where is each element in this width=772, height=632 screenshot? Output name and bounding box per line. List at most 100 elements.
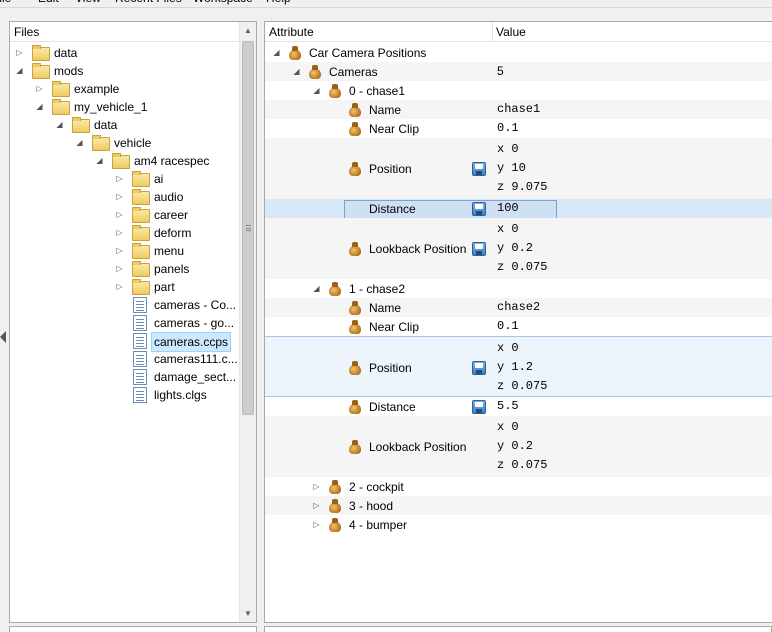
attribute-row[interactable]: ▷ 2 - cockpit [265, 477, 772, 496]
expanded-arrow-icon[interactable]: ◢ [15, 66, 24, 75]
attribute-row[interactable]: ◢ 1 - chase2 [265, 279, 772, 298]
collapsed-arrow-icon[interactable]: ▷ [312, 520, 321, 529]
tree-folder[interactable]: ▷ career [10, 206, 238, 224]
tree-folder[interactable]: ▷ data [10, 44, 238, 62]
attribute-row[interactable]: Distance 5.5 [265, 397, 772, 416]
save-icon[interactable] [472, 162, 486, 176]
attribute-value[interactable]: 0.1 [497, 318, 519, 335]
attribute-row[interactable]: ▷ 4 - bumper [265, 515, 772, 534]
attribute-value[interactable]: 5.5 [497, 398, 519, 415]
tree-file[interactable]: cameras111.c... [10, 350, 238, 368]
tree-file[interactable]: damage_sect... [10, 368, 238, 386]
attribute-value[interactable]: y 0.2 [497, 240, 533, 257]
attribute-value[interactable]: y 1.2 [497, 359, 533, 376]
save-icon[interactable] [472, 400, 486, 414]
expanded-arrow-icon[interactable]: ◢ [55, 120, 64, 129]
tree-folder[interactable]: ▷ deform [10, 224, 238, 242]
attribute-value[interactable]: chase1 [497, 101, 540, 118]
menu-edit[interactable]: Edit [38, 0, 59, 5]
tree-folder[interactable]: ◢ my_vehicle_1 [10, 98, 238, 116]
collapsed-arrow-icon[interactable]: ▷ [115, 192, 124, 201]
save-icon[interactable] [472, 242, 486, 256]
attribute-row[interactable]: Position x 0 y 1.2 z 0.075 [265, 336, 772, 397]
attribute-value[interactable]: y 10 [497, 160, 526, 177]
value-column-header[interactable]: Value [496, 22, 526, 42]
collapsed-arrow-icon[interactable]: ▷ [15, 48, 24, 57]
tree-folder[interactable]: ◢ data [10, 116, 238, 134]
tree-folder[interactable]: ▷ audio [10, 188, 238, 206]
expanded-arrow-icon[interactable]: ◢ [312, 284, 321, 293]
attribute-value[interactable]: x 0 [497, 340, 519, 357]
collapsed-arrow-icon[interactable]: ▷ [115, 174, 124, 183]
menu-workspace[interactable]: Workspace [193, 0, 253, 5]
attribute-value[interactable]: z 9.075 [497, 179, 547, 196]
collapsed-arrow-icon[interactable]: ▷ [115, 228, 124, 237]
attribute-row[interactable]: Lookback Position x 0 y 0.2 z 0.075 [265, 218, 772, 279]
tree-file[interactable]: cameras - go... [10, 314, 238, 332]
expanded-arrow-icon[interactable]: ◢ [272, 48, 281, 57]
tree-folder[interactable]: ◢ mods [10, 62, 238, 80]
collapsed-arrow-icon[interactable]: ▷ [35, 84, 44, 93]
attribute-row[interactable]: Name chase1 [265, 100, 772, 119]
collapsed-arrow-icon[interactable]: ▷ [115, 210, 124, 219]
attribute-row[interactable]: ◢ Car Camera Positions [265, 43, 772, 62]
tree-folder[interactable]: ▷ panels [10, 260, 238, 278]
tree-item-label: cameras111.c... [154, 352, 238, 366]
scrollbar-thumb[interactable] [242, 41, 254, 415]
save-icon[interactable] [472, 361, 486, 375]
tree-folder[interactable]: ▷ ai [10, 170, 238, 188]
tree-folder[interactable]: ◢ vehicle [10, 134, 238, 152]
attribute-row[interactable]: Position x 0 y 10 z 9.075 [265, 138, 772, 199]
attribute-value[interactable]: 100 [497, 200, 519, 217]
tree-file[interactable]: cameras.ccps [10, 332, 238, 352]
property-bag-icon [348, 162, 362, 176]
collapsed-arrow-icon[interactable]: ▷ [115, 264, 124, 273]
save-icon[interactable] [472, 202, 486, 216]
expanded-arrow-icon[interactable]: ◢ [95, 156, 104, 165]
expanded-arrow-icon[interactable]: ◢ [292, 67, 301, 76]
attribute-row[interactable]: Distance 100 [265, 199, 772, 219]
menu-view[interactable]: View [75, 0, 101, 5]
attribute-row[interactable]: Name chase2 [265, 298, 772, 317]
expanded-arrow-icon[interactable]: ◢ [35, 102, 44, 111]
menu-recent-files[interactable]: Recent Files [115, 0, 182, 5]
menu-help[interactable]: Help [266, 0, 291, 5]
tree-folder[interactable]: ▷ menu [10, 242, 238, 260]
attribute-value[interactable]: z 0.075 [497, 259, 547, 276]
collapse-left-panel-icon[interactable] [0, 331, 6, 343]
expanded-arrow-icon[interactable]: ◢ [75, 138, 84, 147]
attribute-row[interactable]: Near Clip 0.1 [265, 119, 772, 138]
tree-file[interactable]: lights.clgs [10, 386, 238, 404]
folder-icon [131, 189, 150, 205]
attribute-row[interactable]: ◢ Cameras 5 [265, 62, 772, 81]
attribute-value[interactable]: x 0 [497, 141, 519, 158]
expanded-arrow-icon[interactable]: ◢ [312, 86, 321, 95]
attribute-row[interactable]: Near Clip 0.1 [265, 317, 772, 336]
attribute-column-header[interactable]: Attribute [269, 22, 314, 42]
menu-file[interactable]: File [0, 0, 11, 5]
scroll-up-icon[interactable]: ▲ [240, 22, 256, 39]
collapsed-arrow-icon[interactable]: ▷ [115, 282, 124, 291]
attribute-name: 4 - bumper [349, 518, 408, 532]
attribute-row[interactable]: Lookback Position x 0 y 0.2 z 0.075 [265, 416, 772, 477]
attribute-value[interactable]: x 0 [497, 221, 519, 238]
tree-folder[interactable]: ▷ part [10, 278, 238, 296]
attribute-value[interactable]: 5 [497, 63, 504, 80]
attribute-row[interactable]: ▷ 3 - hood [265, 496, 772, 515]
attribute-value[interactable]: 0.1 [497, 120, 519, 137]
collapsed-arrow-icon[interactable]: ▷ [115, 246, 124, 255]
scroll-down-icon[interactable]: ▼ [240, 605, 256, 622]
attribute-row[interactable]: ◢ 0 - chase1 [265, 81, 772, 100]
attribute-value[interactable]: z 0.075 [497, 457, 547, 474]
attribute-value[interactable]: y 0.2 [497, 438, 533, 455]
collapsed-arrow-icon[interactable]: ▷ [312, 482, 321, 491]
files-scrollbar[interactable]: ▲ ▼ [239, 22, 256, 622]
tree-folder[interactable]: ▷ example [10, 80, 238, 98]
column-divider[interactable] [492, 22, 493, 42]
attribute-value[interactable]: x 0 [497, 419, 519, 436]
attribute-value[interactable]: z 0.075 [497, 378, 547, 395]
tree-folder[interactable]: ◢ am4 racespec [10, 152, 238, 170]
attribute-value[interactable]: chase2 [497, 299, 540, 316]
collapsed-arrow-icon[interactable]: ▷ [312, 501, 321, 510]
tree-file[interactable]: cameras - Co... [10, 296, 238, 314]
